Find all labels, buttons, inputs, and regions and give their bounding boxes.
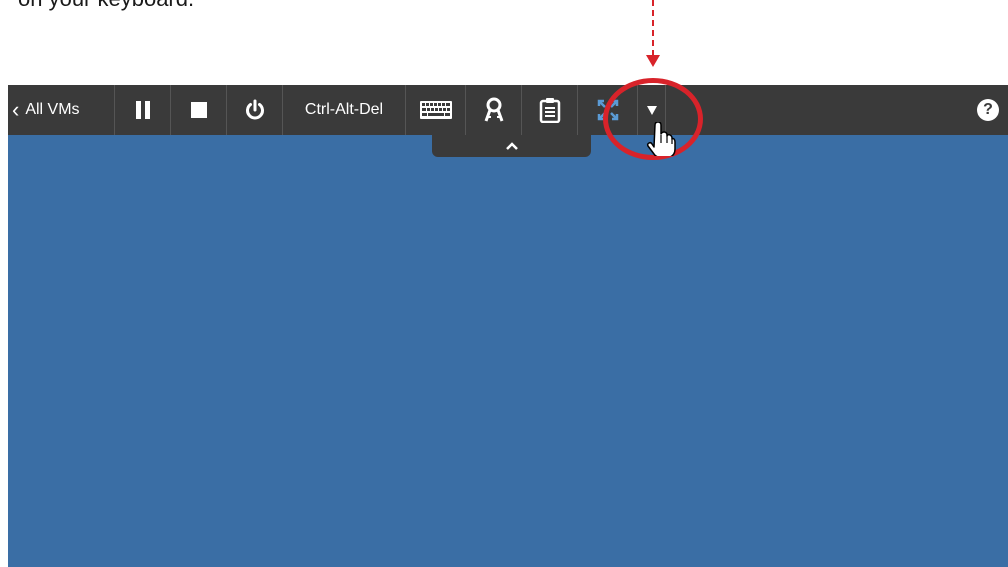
all-vms-button[interactable]: ‹ All VMs <box>8 85 115 135</box>
keyboard-button[interactable] <box>406 85 466 135</box>
ctrl-alt-del-button[interactable]: Ctrl-Alt-Del <box>283 85 406 135</box>
stop-icon <box>190 102 207 118</box>
pause-button[interactable] <box>115 85 171 135</box>
clipboard-button[interactable] <box>522 85 578 135</box>
hand-cursor-icon <box>646 122 676 156</box>
keys-button[interactable] <box>466 85 522 135</box>
chevron-left-icon: ‹ <box>12 97 20 122</box>
clipboard-icon <box>539 98 560 123</box>
power-icon <box>245 99 264 120</box>
chevron-up-icon <box>505 142 518 150</box>
collapse-toolbar-tab[interactable] <box>432 135 591 157</box>
help-icon: ? <box>977 99 999 121</box>
pause-icon <box>135 101 150 119</box>
keyboard-icon <box>419 101 452 119</box>
help-button[interactable]: ? <box>968 85 1008 135</box>
vm-console-toolbar: ‹ All VMs Ctrl-Alt-Del ? <box>8 85 1008 135</box>
power-button[interactable] <box>227 85 283 135</box>
keys-icon <box>484 97 503 122</box>
annotation-arrow-line <box>652 0 654 56</box>
instruction-caption: on your keyboard. <box>18 0 194 12</box>
vm-console-screen[interactable] <box>8 85 1008 567</box>
all-vms-label: All VMs <box>25 101 80 118</box>
ctrl-alt-del-label: Ctrl-Alt-Del <box>304 101 384 118</box>
annotation-arrow-head <box>646 55 660 67</box>
stop-button[interactable] <box>171 85 227 135</box>
